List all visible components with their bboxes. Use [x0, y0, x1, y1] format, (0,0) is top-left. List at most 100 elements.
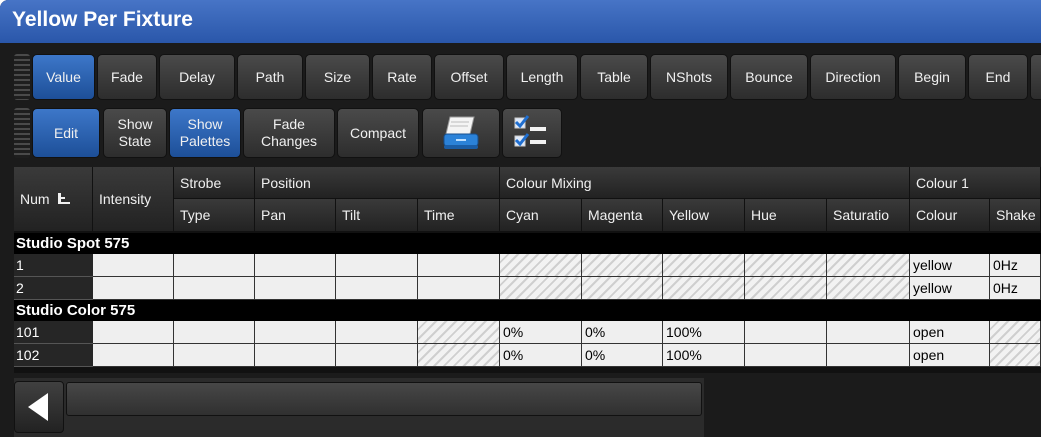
begin-button[interactable]: Begin: [898, 54, 966, 100]
checklist-button[interactable]: [502, 108, 562, 158]
shake-header[interactable]: Shake: [990, 199, 1041, 232]
table-cell[interactable]: [418, 344, 500, 367]
table-cell[interactable]: [827, 321, 910, 344]
table-cell[interactable]: open: [910, 344, 990, 367]
table-cell[interactable]: [500, 254, 582, 277]
bounce-button[interactable]: Bounce: [730, 54, 808, 100]
strobe-header[interactable]: Strobe: [174, 167, 255, 199]
table-cell[interactable]: [827, 277, 910, 300]
table-cell[interactable]: [745, 254, 827, 277]
toolbar-grip[interactable]: [14, 108, 30, 158]
scroll-left-button[interactable]: [14, 381, 64, 433]
table-cell[interactable]: [827, 254, 910, 277]
offset-button[interactable]: Offset: [434, 54, 504, 100]
table-cell[interactable]: [93, 321, 174, 344]
table-cell[interactable]: [93, 254, 174, 277]
colour-1-header[interactable]: Colour 1: [910, 167, 1041, 199]
edit-button[interactable]: Edit: [32, 108, 100, 158]
tilt-header[interactable]: Tilt: [336, 199, 418, 232]
table-cell[interactable]: [418, 254, 500, 277]
table-cell[interactable]: [418, 321, 500, 344]
table-cell[interactable]: [336, 254, 418, 277]
fixture-number-cell[interactable]: 102: [14, 344, 93, 367]
fade-button[interactable]: Fade: [97, 54, 157, 100]
table-cell[interactable]: open: [910, 321, 990, 344]
table-cell[interactable]: [745, 321, 827, 344]
colour-mixing-header[interactable]: Colour Mixing: [500, 167, 910, 199]
window: Yellow Per Fixture Value Fade Delay Path…: [0, 0, 1041, 437]
attribute-toolbar: Value Fade Delay Path Size Rate Offset L…: [14, 54, 1041, 100]
table-cell[interactable]: [500, 277, 582, 300]
print-icon: [443, 116, 479, 149]
yellow-header[interactable]: Yellow: [663, 199, 745, 232]
show-state-button[interactable]: Show State: [103, 108, 167, 158]
table-cell[interactable]: 0Hz: [990, 277, 1041, 300]
more-attributes-button[interactable]: [1030, 54, 1041, 100]
table-cell[interactable]: [745, 277, 827, 300]
position-header[interactable]: Position: [255, 167, 500, 199]
delay-button[interactable]: Delay: [159, 54, 235, 100]
size-button[interactable]: Size: [305, 54, 370, 100]
fade-changes-button[interactable]: Fade Changes: [243, 108, 335, 158]
path-button[interactable]: Path: [237, 54, 303, 100]
table-cell[interactable]: [255, 344, 336, 367]
fixture-number-cell[interactable]: 1: [14, 254, 93, 277]
intensity-header[interactable]: Intensity: [93, 167, 174, 232]
table-cell[interactable]: [93, 344, 174, 367]
table-cell[interactable]: [255, 321, 336, 344]
colour-header[interactable]: Colour: [910, 199, 990, 232]
table-cell[interactable]: 0%: [500, 321, 582, 344]
checklist-icon: [514, 115, 546, 147]
num-column-header[interactable]: Num: [14, 167, 93, 232]
nshots-button[interactable]: NShots: [650, 54, 728, 100]
scrollbar-thumb[interactable]: [66, 382, 702, 416]
table-cell[interactable]: [582, 254, 663, 277]
length-button[interactable]: Length: [506, 54, 578, 100]
table-cell[interactable]: yellow: [910, 277, 990, 300]
table-cell[interactable]: [990, 344, 1041, 367]
table-cell[interactable]: [336, 321, 418, 344]
table-cell[interactable]: 0%: [582, 344, 663, 367]
table-cell[interactable]: [174, 344, 255, 367]
table-button[interactable]: Table: [580, 54, 648, 100]
toolbar-grip[interactable]: [14, 54, 30, 100]
compact-button[interactable]: Compact: [337, 108, 419, 158]
table-cell[interactable]: 100%: [663, 344, 745, 367]
table-cell[interactable]: 0Hz: [990, 254, 1041, 277]
strobe-type-header[interactable]: Type: [174, 199, 255, 232]
table-cell[interactable]: [745, 344, 827, 367]
table-cell[interactable]: [418, 277, 500, 300]
pan-header[interactable]: Pan: [255, 199, 336, 232]
fixture-group-header: Studio Spot 575: [14, 233, 1041, 254]
table-cell[interactable]: [582, 277, 663, 300]
table-cell[interactable]: 100%: [663, 321, 745, 344]
value-button[interactable]: Value: [32, 54, 95, 100]
table-cell[interactable]: [663, 277, 745, 300]
table-cell[interactable]: [174, 254, 255, 277]
table-cell[interactable]: [336, 277, 418, 300]
magenta-header[interactable]: Magenta: [582, 199, 663, 232]
table-cell[interactable]: [663, 254, 745, 277]
time-header[interactable]: Time: [418, 199, 500, 232]
table-cell[interactable]: [174, 277, 255, 300]
table-cell[interactable]: [93, 277, 174, 300]
table-cell[interactable]: [990, 321, 1041, 344]
table-cell[interactable]: [336, 344, 418, 367]
fixture-number-cell[interactable]: 2: [14, 277, 93, 300]
table-cell[interactable]: [174, 321, 255, 344]
cyan-header[interactable]: Cyan: [500, 199, 582, 232]
rate-button[interactable]: Rate: [372, 54, 432, 100]
show-palettes-button[interactable]: Show Palettes: [169, 108, 241, 158]
direction-button[interactable]: Direction: [810, 54, 896, 100]
saturation-header[interactable]: Saturatio: [827, 199, 910, 232]
table-cell[interactable]: [827, 344, 910, 367]
print-button[interactable]: [422, 108, 500, 158]
hue-header[interactable]: Hue: [745, 199, 827, 232]
table-cell[interactable]: yellow: [910, 254, 990, 277]
end-button[interactable]: End: [968, 54, 1028, 100]
table-cell[interactable]: 0%: [500, 344, 582, 367]
table-cell[interactable]: [255, 277, 336, 300]
fixture-number-cell[interactable]: 101: [14, 321, 93, 344]
table-cell[interactable]: 0%: [582, 321, 663, 344]
table-cell[interactable]: [255, 254, 336, 277]
